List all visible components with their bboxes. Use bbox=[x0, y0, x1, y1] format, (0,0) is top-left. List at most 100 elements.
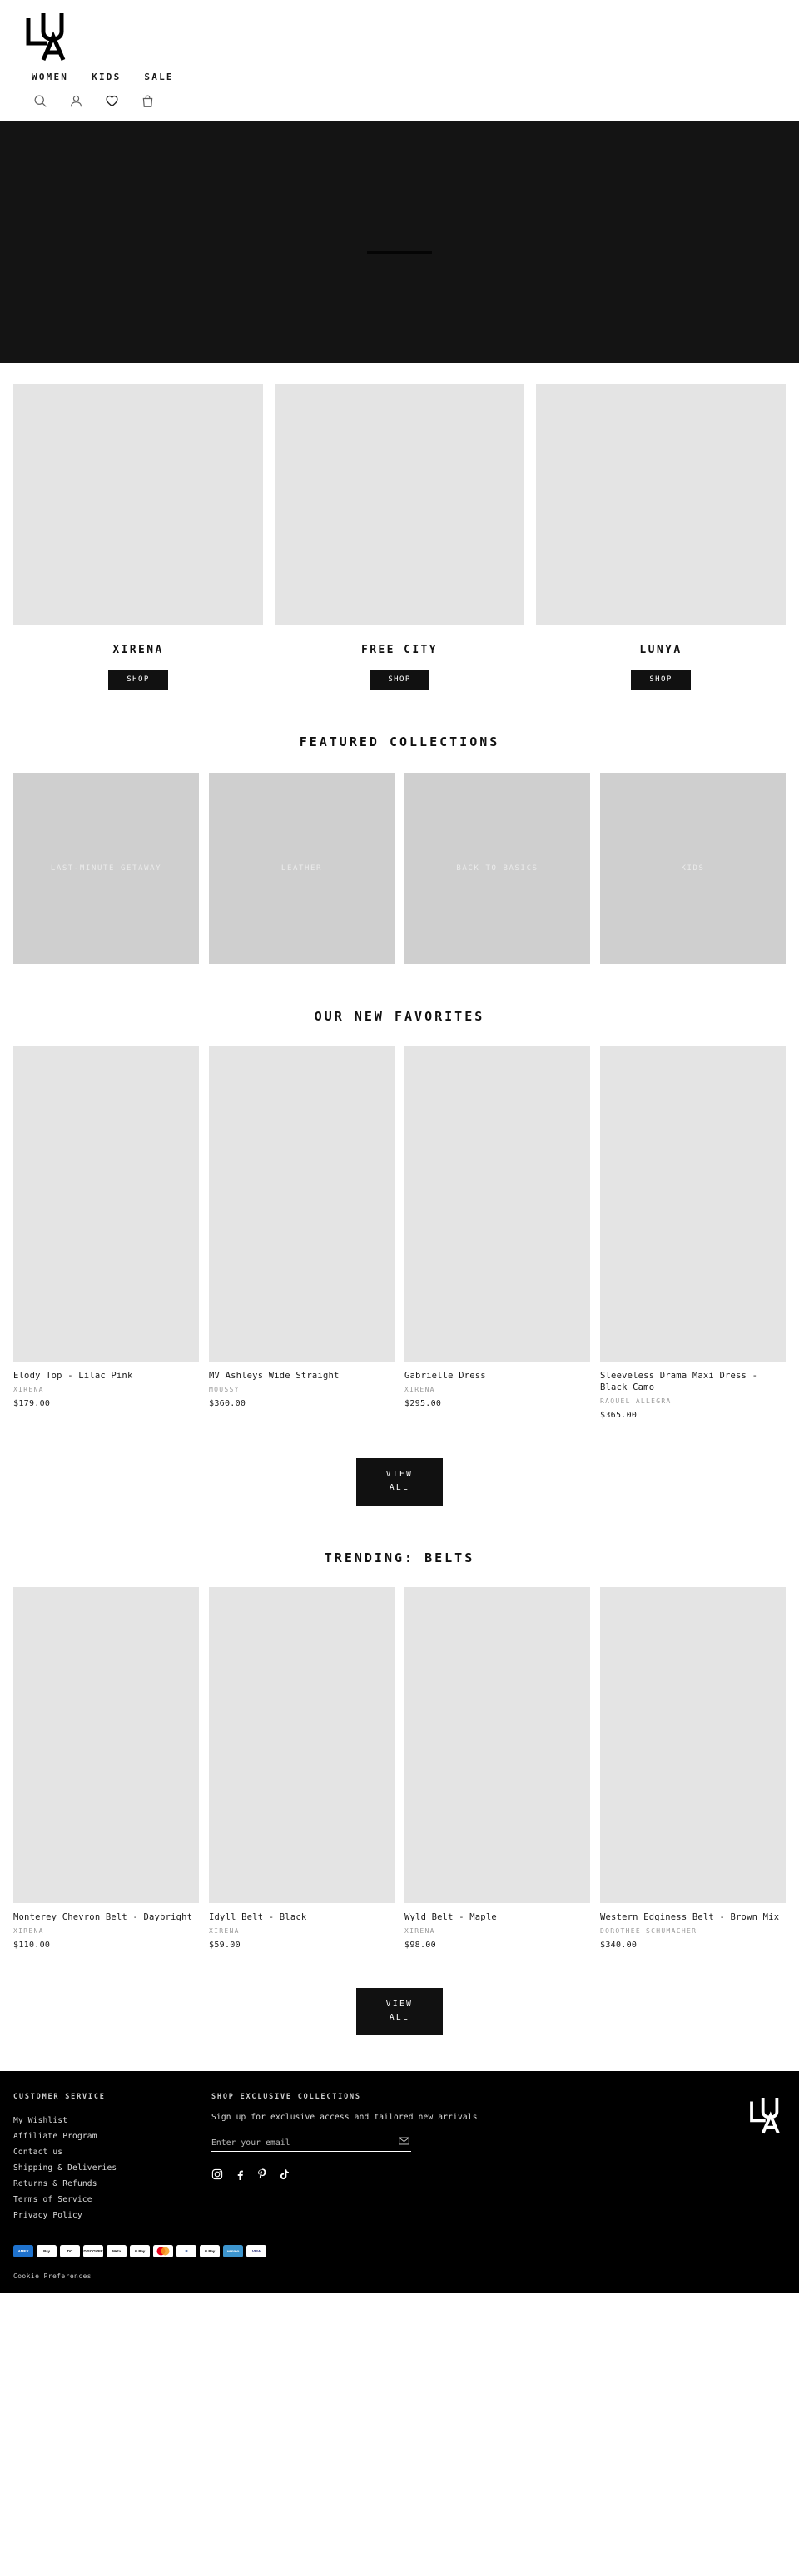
view-all-button[interactable]: VIEW ALL bbox=[355, 1987, 444, 2035]
cart-bag-icon[interactable] bbox=[141, 94, 155, 108]
new-favorites-grid: Elody Top - Lilac Pink XIRENA $179.00 MV… bbox=[0, 1024, 799, 1420]
footer-link-shipping-deliveries[interactable]: Shipping & Deliveries bbox=[13, 2160, 205, 2176]
facebook-icon[interactable] bbox=[234, 2168, 246, 2181]
product-card[interactable]: MV Ashleys Wide Straight MOUSSY $360.00 bbox=[209, 1046, 395, 1408]
payment-icon-diners-club: DC bbox=[60, 2245, 80, 2258]
envelope-icon bbox=[399, 2135, 409, 2148]
social-icon-row bbox=[211, 2168, 694, 2181]
product-title: Sleeveless Drama Maxi Dress - Black Camo bbox=[600, 1371, 758, 1393]
collection-tile[interactable]: LEATHER bbox=[209, 773, 395, 964]
product-title: Idyll Belt - Black bbox=[209, 1911, 307, 1922]
product-price: $98.00 bbox=[404, 1940, 436, 1950]
product-title: Western Edginess Belt - Brown Mix bbox=[600, 1911, 780, 1922]
product-brand: DOROTHEE SCHUMACHER bbox=[600, 1926, 697, 1935]
search-icon[interactable] bbox=[33, 94, 47, 108]
site-header: WOMEN KIDS SALE bbox=[0, 0, 799, 121]
footer-logo[interactable] bbox=[749, 2096, 786, 2136]
product-card[interactable]: Idyll Belt - Black XIRENA $59.00 bbox=[209, 1586, 395, 1950]
payment-icon-google-pay-2: G Pay bbox=[200, 2245, 220, 2258]
view-all-line2: ALL bbox=[389, 1483, 410, 1493]
featured-collections-title: FEATURED COLLECTIONS bbox=[299, 734, 500, 749]
footer-customer-service: CUSTOMER SERVICE My Wishlist Affiliate P… bbox=[13, 2093, 205, 2223]
account-icon[interactable] bbox=[69, 94, 83, 108]
collection-tile[interactable]: LAST-MINUTE GETAWAY bbox=[13, 773, 199, 964]
product-card[interactable]: Gabrielle Dress XIRENA $295.00 bbox=[404, 1046, 590, 1408]
view-all-line2: ALL bbox=[389, 2012, 410, 2022]
hero-banner[interactable] bbox=[0, 121, 799, 363]
trending-belts-viewall-wrap: VIEW ALL bbox=[0, 1987, 799, 2035]
product-brand: XIRENA bbox=[404, 1926, 435, 1935]
product-card[interactable]: Elody Top - Lilac Pink XIRENA $179.00 bbox=[13, 1046, 199, 1408]
product-card[interactable]: Western Edginess Belt - Brown Mix DOROTH… bbox=[600, 1586, 786, 1950]
product-title: Wyld Belt - Maple bbox=[404, 1911, 497, 1922]
product-image bbox=[13, 1586, 199, 1903]
footer-newsletter: SHOP EXCLUSIVE COLLECTIONS Sign up for e… bbox=[205, 2093, 694, 2223]
product-price: $340.00 bbox=[600, 1940, 638, 1950]
brand-card[interactable]: LUNYA SHOP bbox=[536, 384, 786, 690]
product-brand: XIRENA bbox=[404, 1386, 435, 1394]
brand-shop-button[interactable]: SHOP bbox=[108, 670, 168, 690]
nav-item-kids[interactable]: KIDS bbox=[92, 72, 121, 82]
footer-link-contact-us[interactable]: Contact us bbox=[13, 2144, 205, 2160]
new-favorites-title: OUR NEW FAVORITES bbox=[314, 1009, 485, 1024]
brand-card-row: XIRENA SHOP FREE CITY SHOP LUNYA SHOP bbox=[0, 363, 799, 690]
newsletter-heading: SHOP EXCLUSIVE COLLECTIONS bbox=[211, 2093, 361, 2102]
site-footer: CUSTOMER SERVICE My Wishlist Affiliate P… bbox=[0, 2071, 799, 2294]
footer-link-returns-refunds[interactable]: Returns & Refunds bbox=[13, 2176, 205, 2192]
payment-icon-paypal: P bbox=[176, 2245, 196, 2258]
product-price: $59.00 bbox=[209, 1940, 241, 1950]
view-all-line1: VIEW bbox=[385, 1470, 414, 1480]
nav-item-women[interactable]: WOMEN bbox=[32, 72, 68, 82]
brand-card[interactable]: XIRENA SHOP bbox=[13, 384, 263, 690]
site-logo[interactable] bbox=[25, 12, 799, 63]
product-image bbox=[209, 1046, 395, 1362]
brand-name: FREE CITY bbox=[360, 644, 439, 656]
brand-shop-button[interactable]: SHOP bbox=[631, 670, 691, 690]
newsletter-form bbox=[211, 2135, 411, 2153]
wishlist-heart-icon[interactable] bbox=[105, 94, 119, 108]
product-card[interactable]: Sleeveless Drama Maxi Dress - Black Camo… bbox=[600, 1046, 786, 1420]
hero-divider bbox=[367, 251, 432, 254]
footer-service-heading: CUSTOMER SERVICE bbox=[13, 2093, 106, 2102]
trending-belts-grid: Monterey Chevron Belt - Daybright XIRENA… bbox=[0, 1565, 799, 1950]
payment-icon-visa: VISA bbox=[246, 2245, 266, 2258]
collection-tile[interactable]: KIDS bbox=[600, 773, 786, 964]
product-card[interactable]: Wyld Belt - Maple XIRENA $98.00 bbox=[404, 1586, 590, 1950]
product-price: $360.00 bbox=[209, 1399, 246, 1409]
collection-label: KIDS bbox=[681, 864, 705, 873]
main-nav: WOMEN KIDS SALE bbox=[0, 63, 799, 82]
nav-item-sale[interactable]: SALE bbox=[144, 72, 173, 82]
brand-name: XIRENA bbox=[112, 644, 164, 656]
product-price: $295.00 bbox=[404, 1399, 442, 1409]
product-brand: RAQUEL ALLEGRA bbox=[600, 1397, 672, 1406]
product-price: $179.00 bbox=[13, 1399, 51, 1409]
product-title: Gabrielle Dress bbox=[404, 1371, 486, 1381]
brand-shop-button[interactable]: SHOP bbox=[370, 670, 429, 690]
payment-icon-meta-pay: Meta bbox=[107, 2245, 127, 2258]
product-title: Elody Top - Lilac Pink bbox=[13, 1371, 133, 1381]
footer-link-affiliate-program[interactable]: Affiliate Program bbox=[13, 2129, 205, 2144]
footer-link-terms-of-service[interactable]: Terms of Service bbox=[13, 2192, 205, 2208]
product-brand: XIRENA bbox=[209, 1926, 240, 1935]
newsletter-submit-button[interactable] bbox=[397, 2135, 411, 2148]
newsletter-subtext: Sign up for exclusive access and tailore… bbox=[211, 2113, 478, 2123]
footer-logo-wrapper bbox=[694, 2093, 786, 2223]
pinterest-icon[interactable] bbox=[256, 2168, 268, 2180]
newsletter-email-input[interactable] bbox=[211, 2138, 397, 2148]
collection-label: BACK TO BASICS bbox=[456, 864, 538, 873]
tiktok-icon[interactable] bbox=[279, 2168, 290, 2180]
instagram-icon[interactable] bbox=[211, 2168, 223, 2180]
brand-image bbox=[13, 384, 263, 625]
product-card[interactable]: Monterey Chevron Belt - Daybright XIRENA… bbox=[13, 1586, 199, 1950]
product-image bbox=[600, 1586, 786, 1903]
brand-card[interactable]: FREE CITY SHOP bbox=[275, 384, 524, 690]
view-all-button[interactable]: VIEW ALL bbox=[355, 1458, 444, 1506]
collection-tile[interactable]: BACK TO BASICS bbox=[404, 773, 590, 964]
brand-image bbox=[275, 384, 524, 625]
cookie-preferences-link[interactable]: Cookie Preferences bbox=[13, 2272, 786, 2280]
payment-icon-apple-pay: Pay bbox=[37, 2245, 57, 2258]
footer-link-privacy-policy[interactable]: Privacy Policy bbox=[13, 2208, 205, 2223]
product-image bbox=[404, 1046, 590, 1362]
footer-columns: CUSTOMER SERVICE My Wishlist Affiliate P… bbox=[13, 2093, 786, 2223]
footer-link-my-wishlist[interactable]: My Wishlist bbox=[13, 2113, 205, 2129]
